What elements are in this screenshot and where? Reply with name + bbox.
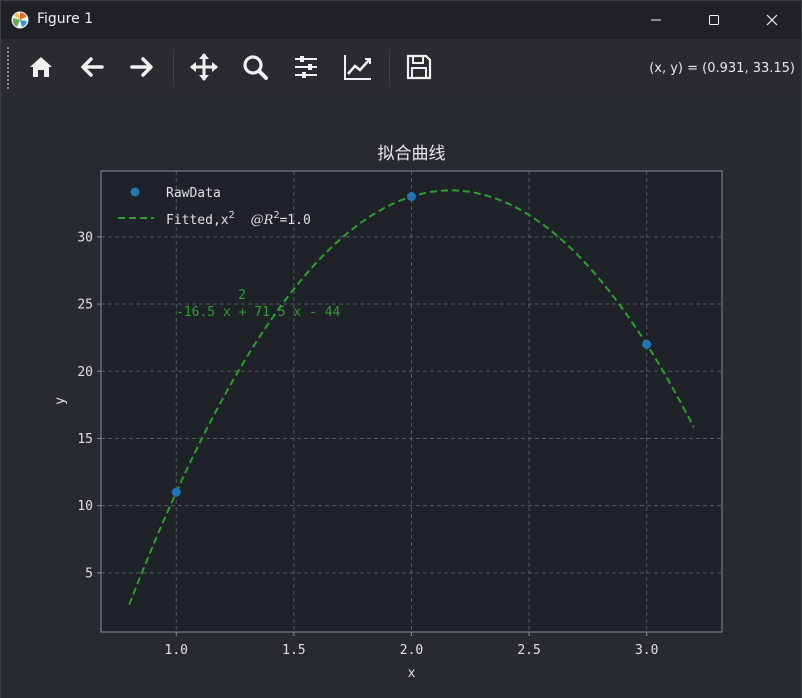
x-tick-label: 1.5 (282, 643, 305, 658)
y-tick-label: 25 (77, 298, 93, 313)
matplotlib-icon (11, 11, 29, 29)
back-button[interactable] (72, 47, 112, 87)
coords-readout: (x, y) = (0.931, 33.15) (649, 61, 795, 76)
zoom-button[interactable] (235, 47, 275, 87)
title-bar: Figure 1 (1, 1, 801, 39)
y-ticks: 5 10 15 20 25 30 (77, 230, 101, 581)
y-tick-label: 15 (77, 432, 93, 447)
x-tick-label: 2.5 (517, 643, 540, 658)
legend-fitted-sup: 2 (229, 210, 235, 221)
save-floppy-icon (406, 54, 432, 80)
maximize-button[interactable] (685, 1, 743, 39)
legend-fitted-tail: =1.0 (279, 213, 310, 228)
data-point (642, 339, 652, 349)
x-tick-label: 1.0 (165, 643, 188, 658)
y-axis-label: y (53, 397, 68, 405)
legend-fitted-name: Fitted,x (166, 213, 229, 228)
forward-button[interactable] (122, 47, 162, 87)
toolbar-separator (389, 49, 390, 87)
y-tick-label: 10 (77, 499, 93, 514)
axes-background (101, 171, 722, 632)
edit-axis-curves-icon (344, 55, 371, 80)
save-button[interactable] (399, 47, 439, 87)
legend-label-rawdata: RawData (166, 186, 221, 201)
data-point (171, 487, 181, 497)
home-button[interactable] (21, 47, 61, 87)
y-tick-label: 20 (77, 365, 93, 380)
close-icon (766, 14, 778, 26)
minimize-icon (651, 19, 661, 21)
minimize-button[interactable] (627, 1, 685, 39)
home-icon (30, 57, 52, 77)
close-button[interactable] (743, 1, 801, 39)
plot-canvas[interactable]: 1.0 1.5 2.0 2.5 3.0 5 10 15 20 25 30 拟合曲线 x y 2 -… (1, 96, 801, 698)
configure-subplots-icon (295, 56, 317, 78)
pan-button[interactable] (184, 47, 224, 87)
toolbar-separator (173, 49, 174, 87)
back-arrow-icon (81, 57, 104, 77)
annotation-exponent: 2 (238, 288, 246, 303)
x-tick-label: 3.0 (635, 643, 658, 658)
y-tick-label: 5 (85, 566, 93, 581)
x-ticks: 1.0 1.5 2.0 2.5 3.0 (165, 632, 658, 658)
y-tick-label: 30 (77, 230, 93, 245)
window-title: Figure 1 (37, 11, 94, 27)
pan-move-icon (190, 53, 218, 81)
legend-marker-rawdata (130, 187, 140, 197)
maximize-icon (709, 15, 719, 25)
legend-fitted-r: @R (251, 213, 274, 228)
zoom-magnifier-icon (243, 55, 268, 80)
subplots-button[interactable] (286, 47, 326, 87)
x-axis-label: x (408, 666, 416, 681)
chart-title: 拟合曲线 (378, 144, 446, 164)
annotation-equation: -16.5 x + 71.5 x - 44 (176, 305, 341, 320)
figure-window: Figure 1 (x, y) = (0.931, 33.15) 1.0 1.5… (0, 0, 802, 698)
forward-arrow-icon (130, 57, 153, 77)
data-point (407, 192, 416, 202)
toolbar-grip[interactable] (7, 47, 11, 89)
edit-axis-button[interactable] (338, 47, 378, 87)
x-tick-label: 2.0 (400, 643, 423, 658)
